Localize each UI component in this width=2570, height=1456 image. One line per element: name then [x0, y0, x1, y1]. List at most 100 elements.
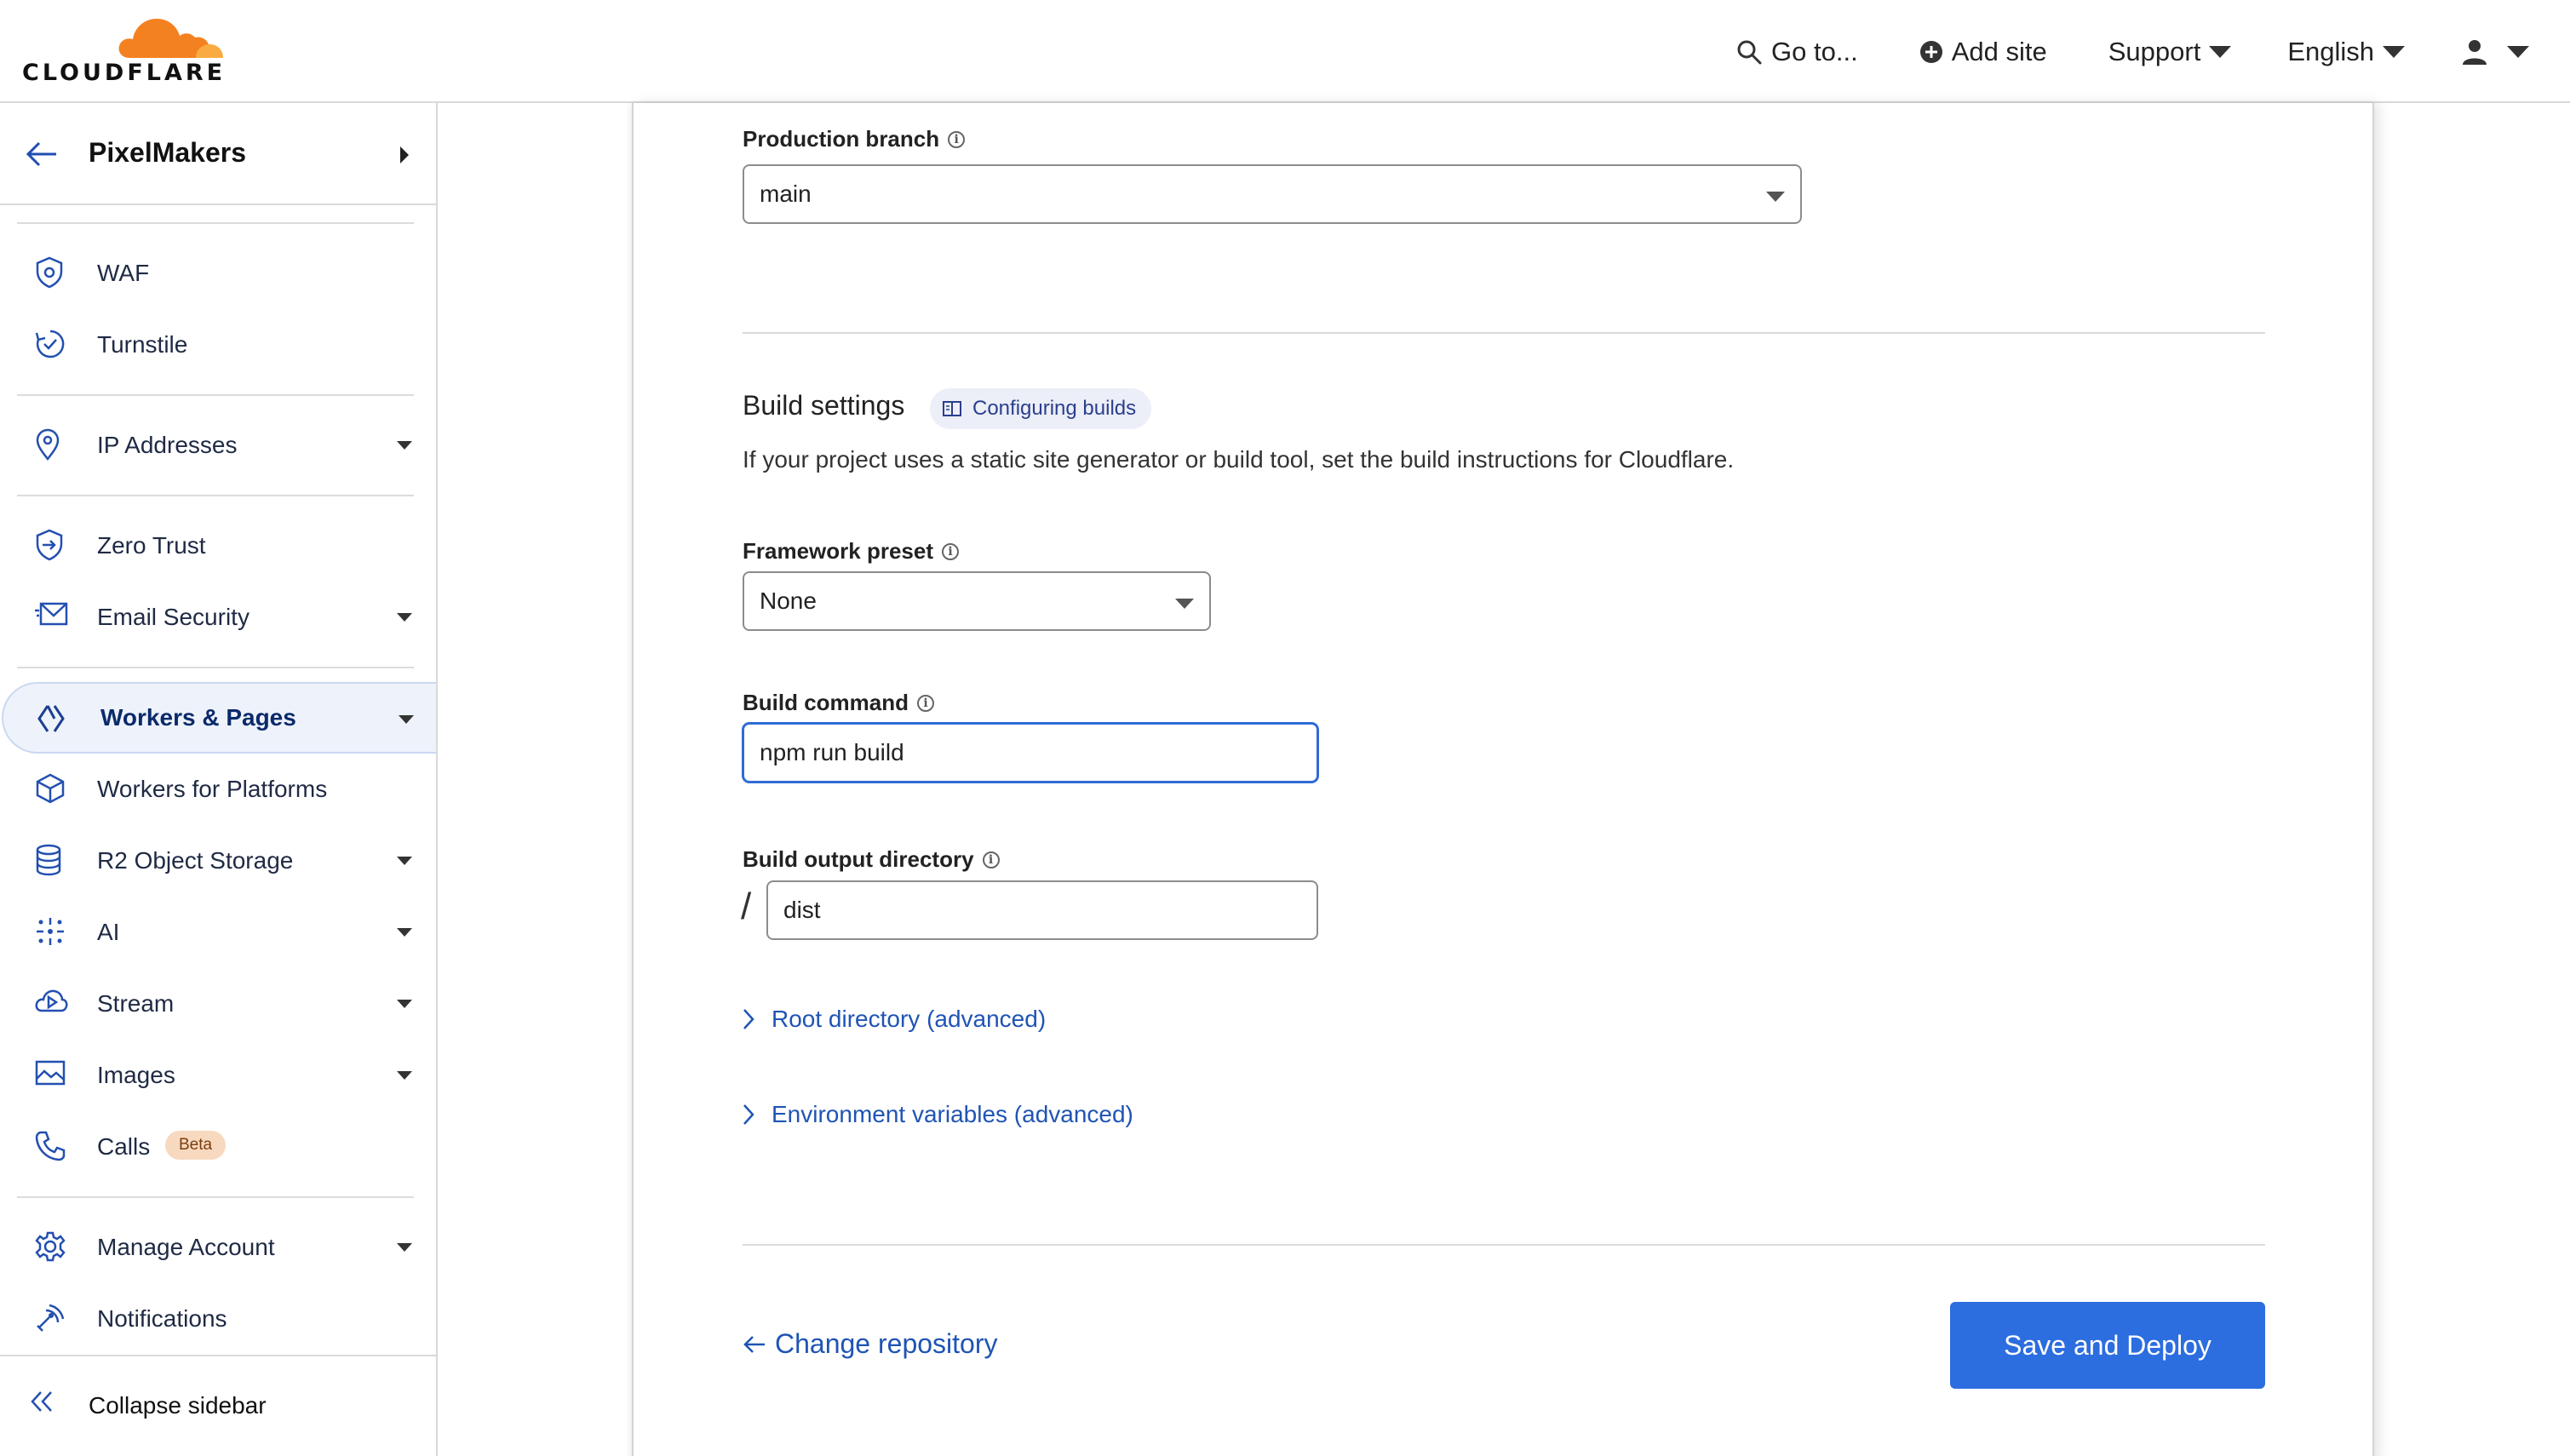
collapse-sidebar-button[interactable]: Collapse sidebar	[0, 1355, 436, 1456]
chevron-down-icon	[397, 1243, 412, 1252]
sidebar-item-label: Turnstile	[97, 331, 188, 358]
phone-icon	[34, 1130, 68, 1164]
user-menu[interactable]	[2461, 0, 2529, 103]
cloudflare-logo[interactable]: CLOUDFLARE	[22, 12, 223, 86]
production-branch-label: Production branch i	[743, 126, 966, 152]
arrow-left-icon	[743, 1334, 766, 1355]
chevron-down-icon	[2383, 45, 2405, 58]
sidebar-item-calls[interactable]: Calls Beta	[0, 1111, 436, 1183]
sidebar-item-turnstile[interactable]: Turnstile	[0, 309, 436, 381]
sidebar-item-workers-for-platforms[interactable]: Workers for Platforms	[0, 754, 436, 825]
input-value: dist	[783, 897, 821, 923]
add-site-button[interactable]: Add site	[1919, 0, 2047, 103]
sidebar-item-label: Manage Account	[97, 1234, 275, 1260]
goto-label: Go to...	[1771, 36, 1858, 66]
sidebar-item-label: IP Addresses	[97, 432, 238, 458]
zero-trust-icon	[34, 529, 68, 563]
double-chevron-left-icon	[29, 1389, 56, 1414]
chevron-down-icon	[1175, 599, 1194, 609]
sidebar-item-waf[interactable]: WAF	[0, 238, 436, 309]
collapse-sidebar-label: Collapse sidebar	[89, 1392, 267, 1419]
antenna-icon	[34, 1302, 68, 1336]
add-site-label: Add site	[1951, 36, 2047, 66]
environment-variables-expander[interactable]: Environment variables (advanced)	[743, 1101, 1133, 1128]
location-pin-icon	[34, 428, 68, 462]
chevron-right-icon	[400, 146, 409, 163]
sidebar-item-ai[interactable]: AI	[0, 897, 436, 968]
account-name: PixelMakers	[89, 137, 247, 168]
top-nav: Go to... Add site Support English	[1735, 0, 2570, 103]
build-command-input[interactable]: npm run build	[743, 723, 1318, 782]
production-branch-select[interactable]: main	[743, 164, 1802, 224]
top-bar: CLOUDFLARE Go to... Add site Support Eng…	[0, 0, 2570, 103]
account-switcher[interactable]: PixelMakers	[0, 103, 436, 205]
sidebar-item-zero-trust[interactable]: Zero Trust	[0, 510, 436, 582]
cloud-logo-icon	[118, 19, 223, 58]
sidebar-item-label: Email Security	[97, 604, 250, 630]
build-settings-description: If your project uses a static site gener…	[743, 446, 1735, 473]
expander-label: Environment variables (advanced)	[772, 1101, 1133, 1127]
sidebar-item-label: Workers for Platforms	[97, 776, 328, 802]
user-icon	[2461, 38, 2488, 66]
sidebar-item-r2-object-storage[interactable]: R2 Object Storage	[0, 825, 436, 897]
divider	[743, 332, 2265, 334]
build-output-input[interactable]: dist	[766, 880, 1318, 940]
sidebar-item-images[interactable]: Images	[0, 1040, 436, 1111]
field-label-text: Build output directory	[743, 846, 974, 872]
chevron-down-icon	[1766, 192, 1785, 202]
chevron-down-icon	[399, 715, 414, 724]
divider	[743, 1244, 2265, 1246]
divider	[17, 1196, 414, 1198]
configuring-builds-link[interactable]: Configuring builds	[930, 388, 1152, 429]
search-icon	[1735, 38, 1763, 66]
sidebar-item-manage-account[interactable]: Manage Account	[0, 1212, 436, 1283]
path-prefix: /	[741, 886, 752, 927]
field-label-text: Framework preset	[743, 538, 933, 564]
sparkle-icon	[34, 915, 68, 949]
divider	[17, 222, 414, 224]
chevron-down-icon	[397, 613, 412, 622]
build-command-label: Build command i	[743, 690, 935, 716]
chevron-down-icon	[397, 441, 412, 450]
sidebar-item-label: Images	[97, 1062, 175, 1088]
root-directory-expander[interactable]: Root directory (advanced)	[743, 1006, 1046, 1033]
select-value: None	[760, 588, 817, 614]
change-repository-label: Change repository	[775, 1328, 998, 1359]
sidebar-item-label: Calls	[97, 1133, 151, 1160]
sidebar-item-label: Zero Trust	[97, 532, 206, 559]
image-icon	[34, 1058, 68, 1092]
beta-badge: Beta	[165, 1131, 227, 1160]
info-icon[interactable]: i	[941, 542, 959, 560]
goto-button[interactable]: Go to...	[1735, 0, 1858, 103]
sidebar-item-email-security[interactable]: Email Security	[0, 582, 436, 653]
select-value: main	[760, 181, 812, 207]
arrow-left-icon[interactable]	[26, 140, 58, 168]
save-and-deploy-button[interactable]: Save and Deploy	[1950, 1302, 2265, 1389]
info-icon[interactable]: i	[948, 130, 966, 148]
book-icon	[942, 400, 962, 417]
support-menu[interactable]: Support	[2108, 0, 2232, 103]
language-label: English	[2287, 36, 2374, 66]
chevron-down-icon	[2209, 45, 2232, 58]
sidebar-item-stream[interactable]: Stream	[0, 968, 436, 1040]
chevron-right-icon	[743, 1008, 754, 1030]
sidebar-item-ip-addresses[interactable]: IP Addresses	[0, 410, 436, 481]
logo-wordmark: CLOUDFLARE	[22, 60, 227, 86]
sidebar-item-notifications[interactable]: Notifications	[0, 1283, 436, 1355]
expander-label: Root directory (advanced)	[772, 1006, 1047, 1032]
framework-preset-select[interactable]: None	[743, 571, 1211, 631]
framework-preset-label: Framework preset i	[743, 538, 959, 565]
plus-circle-icon	[1919, 40, 1943, 64]
stream-cloud-icon	[34, 987, 68, 1021]
sidebar-item-workers-pages[interactable]: Workers & Pages	[2, 682, 436, 754]
configuring-builds-label: Configuring builds	[972, 397, 1137, 420]
sidebar-item-label: Notifications	[97, 1305, 227, 1332]
field-label-text: Build command	[743, 690, 909, 715]
sidebar-item-label: Stream	[97, 990, 175, 1017]
info-icon[interactable]: i	[982, 851, 1000, 868]
turnstile-icon	[34, 328, 68, 362]
language-menu[interactable]: English	[2287, 0, 2405, 103]
info-icon[interactable]: i	[917, 694, 935, 712]
build-output-label: Build output directory i	[743, 846, 1000, 873]
change-repository-link[interactable]: Change repository	[743, 1328, 997, 1360]
